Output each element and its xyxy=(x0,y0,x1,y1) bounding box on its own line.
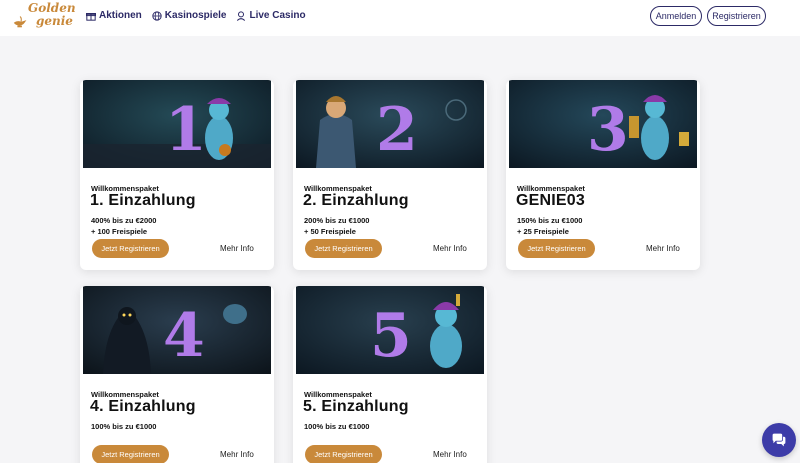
main-nav: Aktionen Kasinospiele Live Casino xyxy=(86,10,306,21)
card-title: 1. Einzahlung xyxy=(90,192,196,209)
numeral-2: 2 xyxy=(376,95,418,165)
gift-icon xyxy=(86,12,96,21)
more-info-link[interactable]: Mehr Info xyxy=(646,244,680,253)
more-info-link[interactable]: Mehr Info xyxy=(220,244,254,253)
more-info-link[interactable]: Mehr Info xyxy=(433,450,467,459)
nav-item-kasinospiele[interactable]: Kasinospiele xyxy=(152,10,227,21)
card-title: 5. Einzahlung xyxy=(303,398,409,415)
live-chat-button[interactable] xyxy=(762,423,796,457)
nav-label: Aktionen xyxy=(99,10,142,21)
numeral-4: 4 xyxy=(163,301,205,371)
nav-item-aktionen[interactable]: Aktionen xyxy=(86,10,142,21)
card-free-spins: + 25 Freispiele xyxy=(517,227,569,236)
register-now-button[interactable]: Jetzt Registrieren xyxy=(92,445,169,463)
globe-icon xyxy=(152,10,162,21)
logo-line-2: genie xyxy=(36,14,73,28)
promo-card-2: 2 Willkommenspaket 2. Einzahlung 200% bi… xyxy=(293,80,487,270)
promo-banner-image: 5 xyxy=(296,286,484,374)
promo-card-4: 4 Willkommenspaket 4. Einzahlung 100% bi… xyxy=(80,286,274,463)
card-title: 4. Einzahlung xyxy=(90,398,196,415)
chat-bubble-icon xyxy=(772,433,786,447)
promo-banner-image: 2 xyxy=(296,80,484,168)
register-button[interactable]: Registrieren xyxy=(707,6,766,26)
register-now-button[interactable]: Jetzt Registrieren xyxy=(305,445,382,463)
card-title: GENIE03 xyxy=(516,192,585,209)
card-offer: 150% bis zu €1000 xyxy=(517,216,583,225)
nav-label: Kasinospiele xyxy=(164,10,227,21)
nav-label: Live Casino xyxy=(249,10,306,21)
card-offer: 100% bis zu €1000 xyxy=(91,422,157,431)
promo-card-5: 5 Willkommenspaket 5. Einzahlung 100% bi… xyxy=(293,286,487,463)
register-now-button[interactable]: Jetzt Registrieren xyxy=(92,239,169,258)
dealer-icon xyxy=(237,10,246,21)
logo-wordmark: Golden genie xyxy=(28,2,76,28)
register-now-button[interactable]: Jetzt Registrieren xyxy=(305,239,382,258)
promo-card-3: 3 Willkommenspaket GENIE03 150% bis zu €… xyxy=(506,80,700,270)
more-info-link[interactable]: Mehr Info xyxy=(433,244,467,253)
site-header: Golden genie Aktionen Kasinospiele Live … xyxy=(0,0,800,36)
promo-card-1: 1 Willkommenspaket 1. Einzahlung 400% bi… xyxy=(80,80,274,270)
more-info-link[interactable]: Mehr Info xyxy=(220,450,254,459)
numeral-1: 1 xyxy=(165,95,207,165)
card-offer: 200% bis zu €1000 xyxy=(304,216,370,225)
card-offer: 100% bis zu €1000 xyxy=(304,422,370,431)
promo-banner-image: 3 xyxy=(509,80,697,168)
promo-banner-image: 1 xyxy=(83,80,271,168)
numeral-3: 3 xyxy=(587,95,629,165)
card-offer: 400% bis zu €2000 xyxy=(91,216,157,225)
numeral-5: 5 xyxy=(370,301,412,371)
login-button[interactable]: Anmelden xyxy=(650,6,702,26)
golden-genie-logo[interactable]: Golden genie xyxy=(12,2,76,34)
card-free-spins: + 100 Freispiele xyxy=(91,227,148,236)
nav-item-live-casino[interactable]: Live Casino xyxy=(236,10,306,21)
register-now-button[interactable]: Jetzt Registrieren xyxy=(518,239,595,258)
card-title: 2. Einzahlung xyxy=(303,192,409,209)
promo-banner-image: 4 xyxy=(83,286,271,374)
card-free-spins: + 50 Freispiele xyxy=(304,227,356,236)
